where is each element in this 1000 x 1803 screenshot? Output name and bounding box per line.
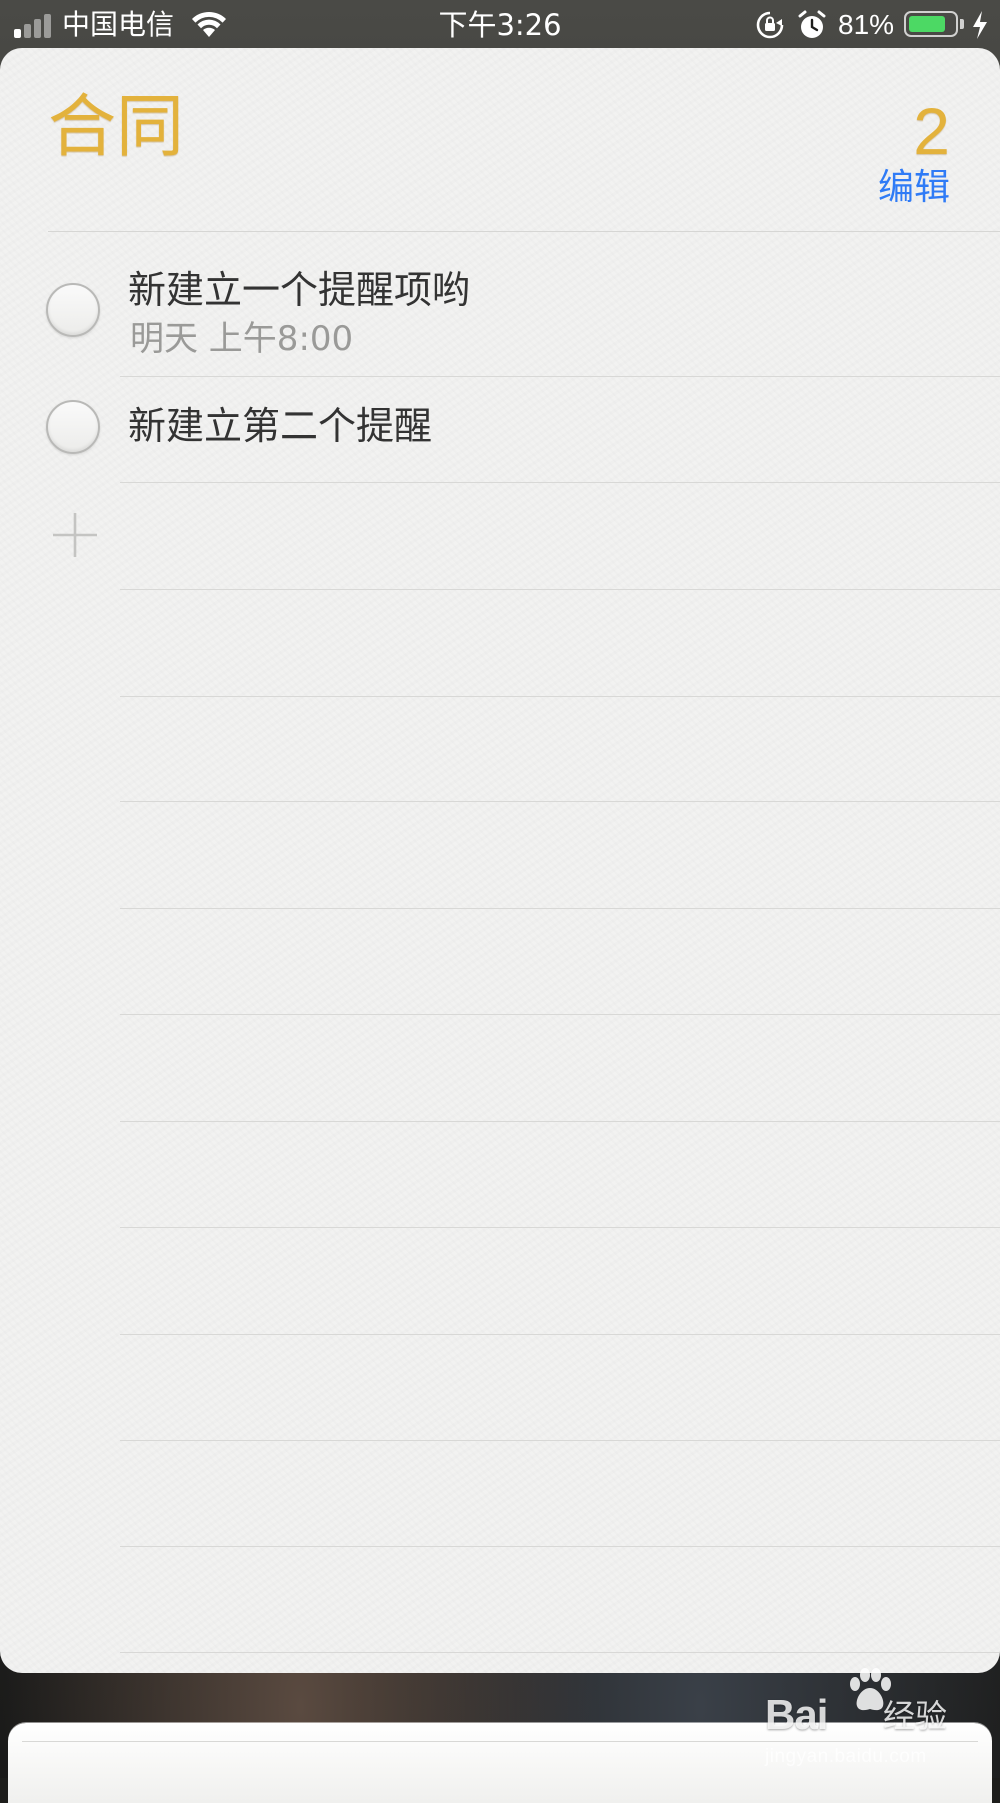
reminder-due-date: 明天 上午8:00 (130, 319, 354, 359)
reminder-title[interactable]: 新建立一个提醒项哟 (128, 267, 470, 313)
watermark-brand: Bai (765, 1691, 828, 1738)
row-divider (120, 908, 1000, 909)
item-count: 2 (913, 94, 950, 168)
reminder-item[interactable]: 新建立第二个提醒 (0, 377, 1000, 481)
alarm-icon (798, 10, 826, 38)
row-divider (120, 589, 1000, 590)
charging-bolt-icon (973, 11, 987, 39)
reminder-item[interactable]: 新建立一个提醒项哟 明天 上午8:00 (0, 232, 1000, 374)
watermark-brand-suffix: 经验 (883, 1697, 948, 1735)
battery-icon (904, 11, 958, 37)
reminder-checkbox[interactable] (46, 283, 100, 337)
row-divider (120, 1546, 1000, 1547)
row-divider (120, 1652, 1000, 1653)
list-title: 合同 (48, 88, 185, 167)
add-reminder-icon[interactable] (50, 510, 100, 560)
reminder-checkbox[interactable] (46, 400, 100, 454)
row-divider (120, 1440, 1000, 1441)
row-divider (120, 1121, 1000, 1122)
reminder-title[interactable]: 新建立第二个提醒 (128, 403, 432, 449)
status-bar: 中国电信 下午3:26 81% (0, 0, 1000, 50)
row-divider (120, 482, 1000, 483)
battery-nub (960, 19, 964, 29)
row-divider (120, 696, 1000, 697)
battery-level-fill (909, 16, 945, 32)
battery-percentage: 81% (838, 9, 895, 40)
orientation-lock-icon (756, 11, 784, 39)
row-divider (120, 801, 1000, 802)
baidu-jingyan-watermark: Bai 经验 jingyan.baidu.com (765, 1668, 975, 1776)
row-divider (120, 1014, 1000, 1015)
row-divider (120, 1334, 1000, 1335)
reminders-list-card: 合同 2 编辑 新建立一个提醒项哟 明天 上午8:00 新建立第二个提醒 (0, 48, 1000, 1673)
watermark-url: jingyan.baidu.com (765, 1746, 927, 1767)
row-divider (120, 1227, 1000, 1228)
edit-button[interactable]: 编辑 (878, 166, 950, 210)
